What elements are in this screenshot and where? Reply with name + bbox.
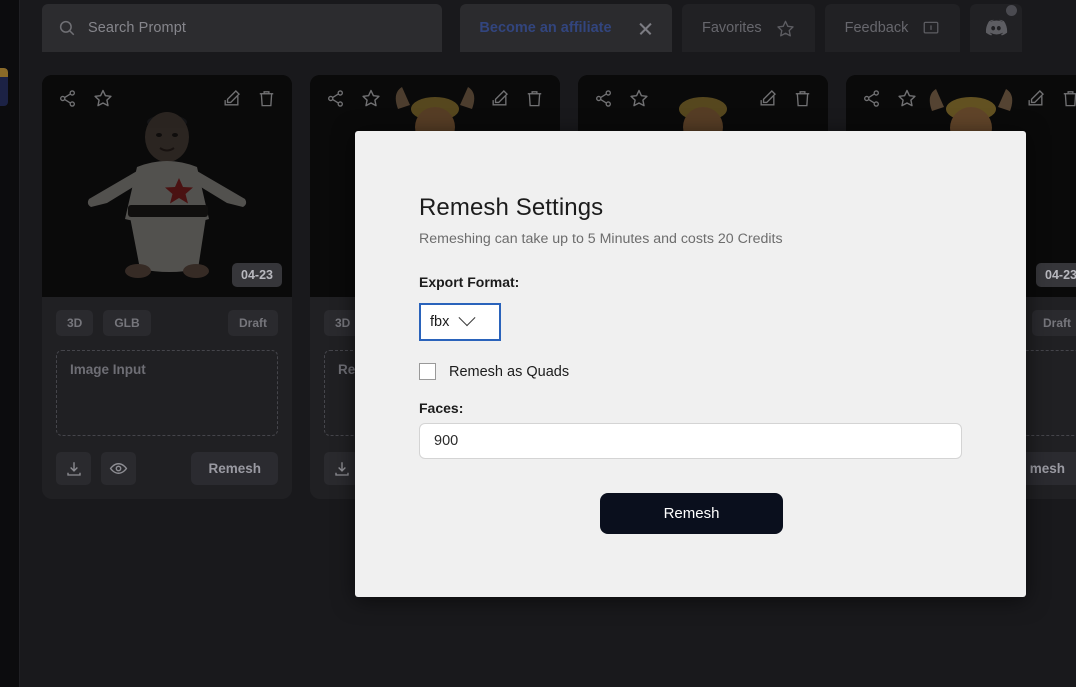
export-format-value: fbx	[430, 314, 450, 330]
star-icon[interactable]	[93, 88, 113, 108]
share-icon[interactable]	[58, 89, 77, 108]
download-icon[interactable]	[324, 452, 359, 485]
trash-icon[interactable]	[257, 89, 276, 108]
affiliate-banner[interactable]: Become an affiliate	[460, 4, 672, 52]
date-badge: 04-23	[1036, 263, 1076, 287]
feedback-button[interactable]: Feedback	[824, 4, 961, 52]
edit-icon[interactable]	[490, 89, 509, 108]
remesh-as-quads-label: Remesh as Quads	[449, 363, 570, 380]
share-icon[interactable]	[326, 89, 345, 108]
status-badge: Draft	[227, 310, 278, 336]
card-icon-bar	[578, 75, 828, 121]
remesh-as-quads-row[interactable]: Remesh as Quads	[419, 363, 569, 380]
speech-bubble-icon	[922, 19, 940, 37]
card-thumbnail[interactable]: 04-23	[42, 75, 292, 297]
left-rail	[0, 0, 20, 687]
edit-icon[interactable]	[758, 89, 777, 108]
model-card[interactable]: 04-23 3D GLB Draft Image Input Remesh	[42, 75, 292, 499]
favorites-button[interactable]: Favorites	[682, 4, 815, 52]
faces-input[interactable]: 900	[419, 423, 962, 459]
faces-value: 900	[434, 433, 459, 449]
dropzone-label: Re	[338, 362, 356, 377]
card-icon-bar	[42, 75, 292, 121]
card-tag-row: 3D GLB Draft	[56, 310, 278, 336]
card-remesh-button[interactable]: Remesh	[191, 452, 278, 485]
card-icon-bar	[310, 75, 560, 121]
star-icon[interactable]	[897, 88, 917, 108]
search-placeholder: Search Prompt	[88, 20, 187, 36]
app-root: Search Prompt Become an affiliate Favori…	[0, 0, 1076, 687]
share-icon[interactable]	[862, 89, 881, 108]
affiliate-label: Become an affiliate	[479, 20, 612, 36]
export-format-label: Export Format:	[419, 274, 520, 290]
trash-icon[interactable]	[525, 89, 544, 108]
download-icon[interactable]	[56, 452, 91, 485]
rail-badge[interactable]	[0, 68, 8, 106]
tag-glb: GLB	[103, 310, 151, 336]
search-input[interactable]: Search Prompt	[42, 4, 442, 52]
date-badge: 04-23	[232, 263, 282, 287]
rail-badge-cap	[0, 68, 8, 77]
remesh-settings-dialog: Remesh Settings Remeshing can take up to…	[355, 131, 1026, 597]
dropzone-label: Image Input	[70, 362, 146, 377]
image-input-dropzone[interactable]: Image Input	[56, 350, 278, 436]
star-icon	[776, 19, 795, 38]
share-icon[interactable]	[594, 89, 613, 108]
dialog-subtitle: Remeshing can take up to 5 Minutes and c…	[419, 231, 783, 247]
edit-icon[interactable]	[1026, 89, 1045, 108]
dialog-title: Remesh Settings	[419, 194, 604, 221]
trash-icon[interactable]	[793, 89, 812, 108]
search-icon	[58, 19, 76, 37]
card-action-row: Remesh	[56, 452, 278, 485]
export-format-select[interactable]: fbx	[419, 303, 501, 341]
faces-label: Faces:	[419, 400, 464, 416]
close-icon[interactable]	[638, 21, 653, 36]
top-bar: Search Prompt Become an affiliate Favori…	[20, 0, 1076, 52]
star-icon[interactable]	[361, 88, 381, 108]
star-icon[interactable]	[629, 88, 649, 108]
status-badge: Draft	[1031, 310, 1076, 336]
edit-icon[interactable]	[222, 89, 241, 108]
card-body: 3D GLB Draft Image Input Remesh	[42, 297, 292, 499]
favorites-label: Favorites	[702, 20, 762, 36]
remesh-as-quads-checkbox[interactable]	[419, 363, 436, 380]
feedback-label: Feedback	[844, 20, 909, 36]
discord-button[interactable]	[970, 4, 1023, 52]
trash-icon[interactable]	[1061, 89, 1076, 108]
discord-icon	[983, 15, 1009, 41]
card-icon-bar	[846, 75, 1076, 121]
remesh-submit-button[interactable]: Remesh	[600, 493, 783, 534]
chevron-down-icon	[458, 309, 476, 327]
tag-3d: 3D	[56, 310, 94, 336]
eye-icon[interactable]	[101, 452, 136, 485]
